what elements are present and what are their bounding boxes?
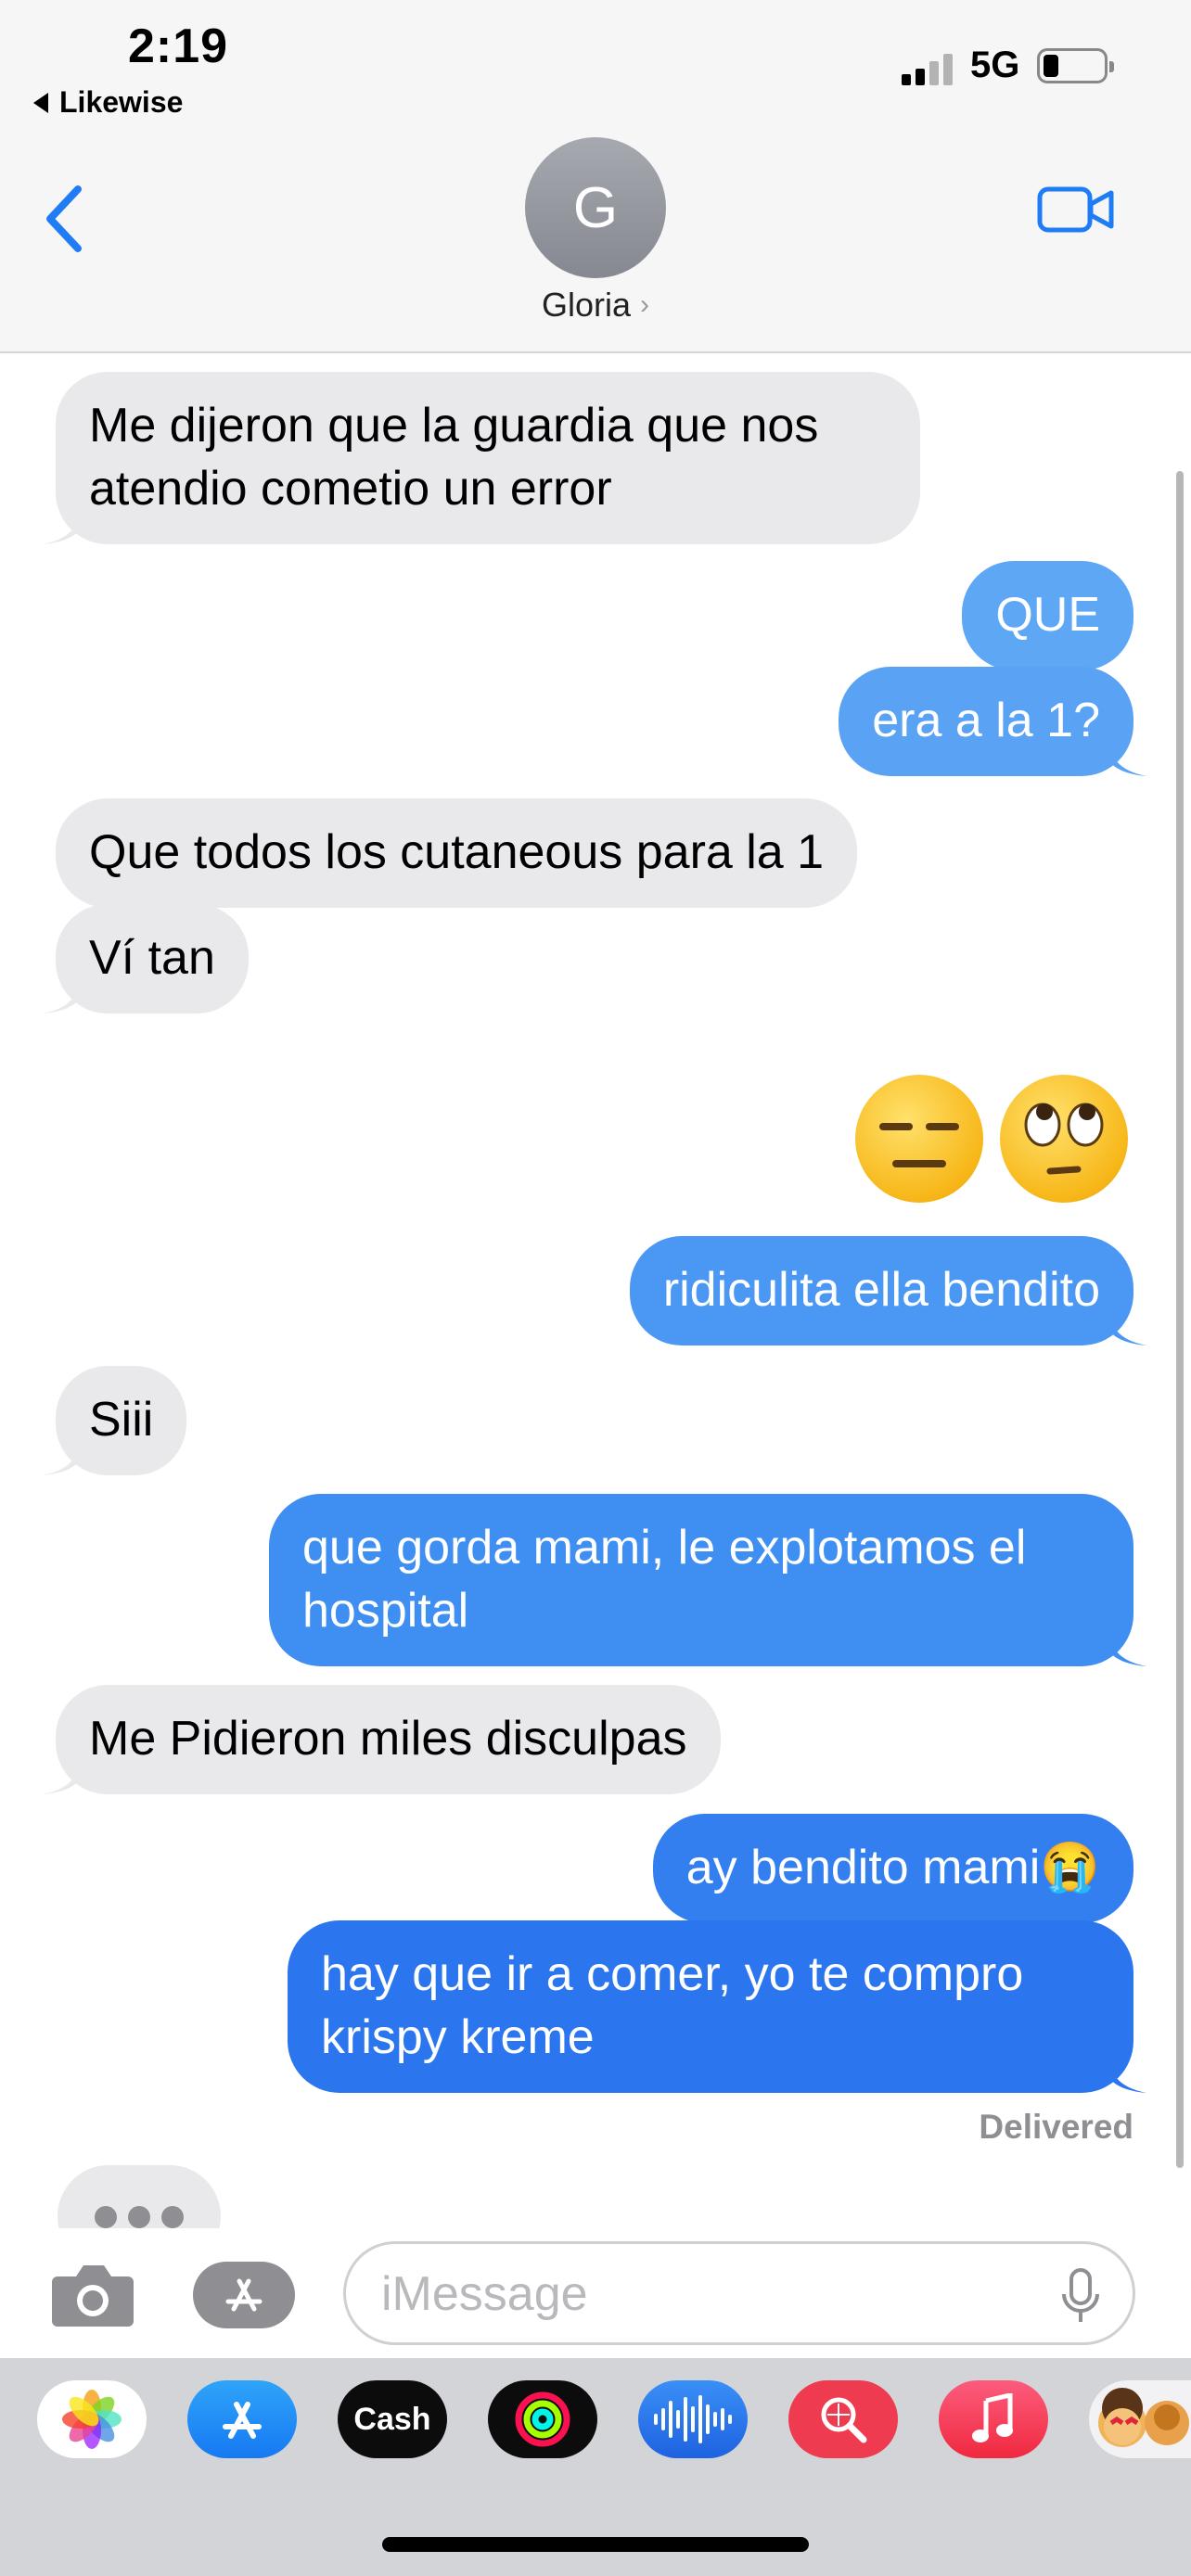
network-type: 5G <box>970 45 1020 85</box>
message-text: que gorda mami, le explotamos el hospita… <box>302 1521 1027 1638</box>
message-bubble-incoming[interactable]: Que todos los cutaneous para la 1 <box>56 798 858 908</box>
home-indicator[interactable] <box>382 2537 809 2552</box>
bubble-tail <box>1109 737 1146 776</box>
delivery-status: Delivered <box>979 2108 1133 2146</box>
message-text: era a la 1? <box>872 694 1100 747</box>
bubble-tail <box>43 1436 80 1475</box>
typing-indicator <box>58 2165 221 2228</box>
photos-icon[interactable] <box>37 2380 147 2458</box>
apple-cash-icon[interactable]: Cash <box>338 2380 447 2458</box>
message-text: Me dijeron que la guardia que nos atendi… <box>89 399 819 516</box>
message-bubble-incoming[interactable]: Ví tan <box>43 904 249 1014</box>
cellular-signal-icon <box>902 52 953 85</box>
emoji-message[interactable] <box>855 1075 1128 1203</box>
message-text: Siii <box>89 1393 154 1447</box>
message-bubble-incoming[interactable]: Me dijeron que la guardia que nos atendi… <box>43 372 920 544</box>
activity-rings-icon[interactable] <box>488 2380 597 2458</box>
message-bubble-outgoing[interactable]: hay que ir a comer, yo te compro krispy … <box>288 1920 1146 2093</box>
chevron-left-icon[interactable] <box>41 182 93 256</box>
contact-name: Gloria <box>541 286 632 324</box>
bubble-tail <box>43 505 80 544</box>
message-list[interactable]: Me dijeron que la guardia que nos atendi… <box>0 355 1191 2228</box>
app-store-icon[interactable] <box>187 2380 297 2458</box>
scrollbar[interactable] <box>1176 471 1184 2168</box>
memoji-icon[interactable] <box>1089 2380 1191 2458</box>
message-bubble-outgoing[interactable]: que gorda mami, le explotamos el hospita… <box>269 1494 1146 1666</box>
app-store-icon[interactable] <box>193 2262 295 2328</box>
message-bubble-outgoing[interactable]: ridiculita ella bendito <box>629 1236 1146 1345</box>
eye-roll-face-emoji <box>1000 1075 1128 1203</box>
cash-label: Cash <box>353 2401 431 2437</box>
microphone-icon[interactable] <box>1060 2266 1101 2326</box>
bubble-tail <box>43 1755 80 1794</box>
video-camera-icon[interactable] <box>1037 182 1115 237</box>
conversation-header: 2:19 Likewise 5G G Gloria › <box>0 0 1191 353</box>
message-bubble-outgoing[interactable]: era a la 1? <box>839 667 1146 776</box>
music-note-icon[interactable] <box>939 2380 1048 2458</box>
chevron-right-icon: › <box>640 289 650 320</box>
message-text: Me Pidieron miles disculpas <box>89 1712 687 1766</box>
contact-name-button[interactable]: Gloria › <box>0 286 1191 325</box>
message-bubble-outgoing[interactable]: QUE <box>962 561 1133 670</box>
contact-avatar[interactable]: G <box>525 137 666 278</box>
message-text: QUE <box>995 588 1100 642</box>
bubble-tail <box>1109 2054 1146 2093</box>
imessage-input-field[interactable] <box>343 2241 1135 2345</box>
message-text: Que todos los cutaneous para la 1 <box>89 825 825 879</box>
imessage-input[interactable] <box>381 2266 1012 2322</box>
back-app-label: Likewise <box>59 85 184 119</box>
message-text: Ví tan <box>89 931 215 985</box>
message-text: ay bendito mami😭 <box>685 1841 1100 1894</box>
message-text: ridiculita ella bendito <box>662 1263 1100 1317</box>
message-composer <box>0 2228 1191 2358</box>
bubble-tail <box>43 975 80 1014</box>
message-bubble-outgoing[interactable]: ay bendito mami😭 <box>652 1814 1133 1923</box>
bubble-tail <box>1109 1627 1146 1666</box>
expressionless-face-emoji <box>855 1075 983 1203</box>
back-triangle-icon <box>33 92 48 113</box>
camera-icon[interactable] <box>50 2262 135 2328</box>
message-bubble-incoming[interactable]: Siii <box>43 1366 187 1475</box>
battery-icon <box>1037 48 1114 83</box>
waveform-icon[interactable] <box>638 2380 748 2458</box>
status-time: 2:19 <box>128 19 229 73</box>
message-bubble-incoming[interactable]: Me Pidieron miles disculpas <box>43 1685 721 1794</box>
avatar-initial: G <box>572 175 619 240</box>
message-text: hay que ir a comer, yo te compro krispy … <box>321 1947 1024 2064</box>
image-search-icon[interactable] <box>788 2380 898 2458</box>
bubble-tail <box>1109 1307 1146 1345</box>
back-to-app-button[interactable]: Likewise <box>33 85 183 120</box>
